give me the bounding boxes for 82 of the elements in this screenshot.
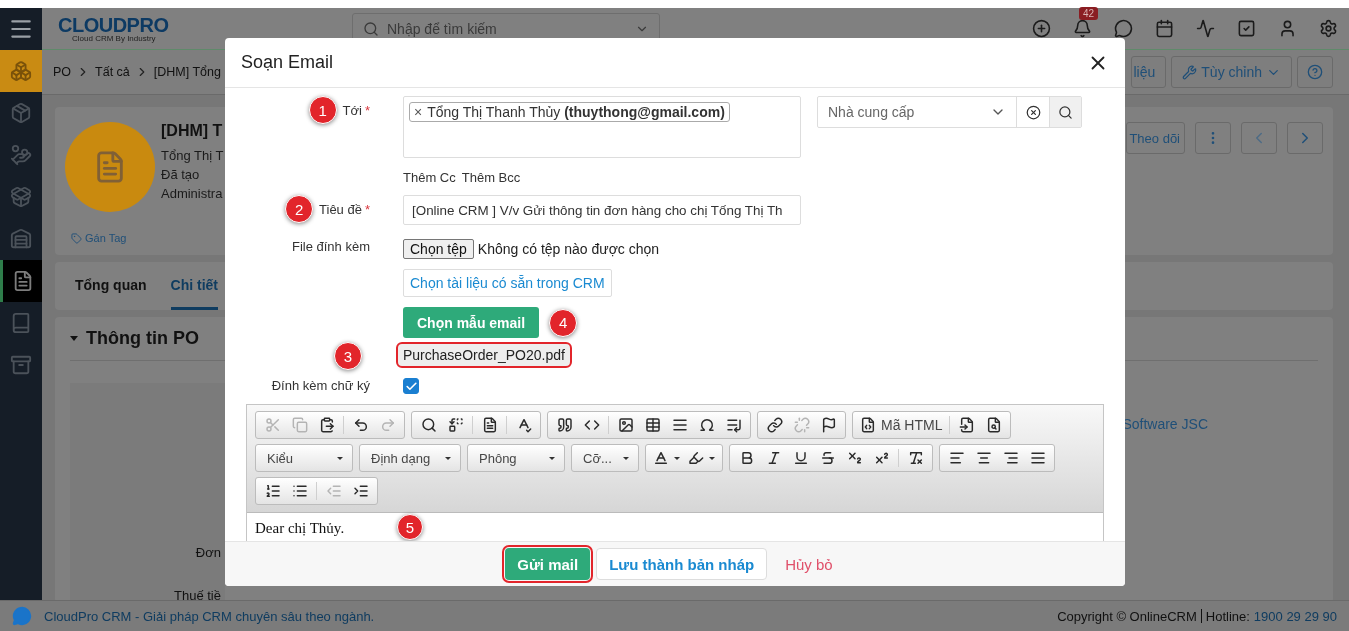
source-button[interactable]: Mã HTML	[856, 413, 947, 437]
archive-icon	[10, 354, 32, 376]
help-icon	[1307, 64, 1323, 80]
search-icon	[1058, 104, 1073, 120]
remove-button[interactable]: ×	[414, 104, 423, 120]
hotline-link[interactable]: 1900 29 29 90	[1253, 608, 1337, 624]
breadcrumb-link[interactable]: Tất cả	[95, 65, 130, 79]
step-marker: 5	[397, 514, 423, 540]
sidebar-item[interactable]	[0, 260, 42, 302]
logo: CLOUDPRO Cloud CRM By Industry	[58, 14, 170, 43]
send-button[interactable]: Gửi mail	[505, 548, 591, 580]
field-value: Software JSC	[1122, 416, 1208, 434]
record-detail: Tổng Thị T	[161, 147, 224, 165]
package-icon	[10, 102, 32, 124]
save-draft-button[interactable]: Lưu thành bản nháp	[596, 548, 768, 580]
caret-icon	[709, 456, 715, 460]
signature-checkbox[interactable]	[403, 378, 419, 394]
tab[interactable]: Chi tiết	[170, 262, 218, 310]
record-detail: Administra	[161, 185, 224, 203]
record-detail: Đã tạo	[161, 166, 201, 184]
chart-icon[interactable]	[1196, 19, 1215, 38]
cc-link[interactable]: Thêm Cc	[403, 170, 456, 185]
check-icon	[404, 379, 418, 393]
task-icon[interactable]	[1237, 19, 1256, 38]
notification-count: 42	[1079, 7, 1099, 20]
recipient-field[interactable]: × Tổng Thị Thanh Thủy (thuythong@gmail.com)	[403, 96, 801, 158]
caret-icon	[445, 456, 451, 460]
search-icon	[363, 20, 379, 37]
footer-text: CloudPro CRM - Giải pháp CRM chuyên sâu theo ngành.	[44, 608, 375, 624]
add-icon[interactable]	[1032, 19, 1051, 38]
book-icon	[10, 312, 32, 334]
caret-icon	[337, 456, 343, 460]
field-label: Thuế tiề	[174, 588, 221, 603]
style-dropdown[interactable]: Cỡ...	[575, 445, 635, 471]
email-body[interactable]: Dear chị Thủy.	[255, 520, 345, 537]
calendar-icon[interactable]	[1155, 19, 1174, 38]
hotline-label: Hotline:	[1205, 608, 1250, 624]
notification-icon[interactable]	[1073, 19, 1092, 38]
choose-file-button[interactable]: Chọn tệp	[403, 239, 474, 259]
breadcrumb-link[interactable]: [DHM] Tổng	[153, 65, 221, 79]
recipient-text: Tổng Thị Thanh Thủy (thuythong@gmail.com)	[427, 104, 725, 120]
tab[interactable]: Tổng quan	[75, 262, 147, 310]
crm-document-button[interactable]: Chọn tài liệu có sẵn trong CRM	[403, 269, 612, 297]
subject-field[interactable]: [Online CRM ] V/v Gửi thông tin đơn hàng cho chị Tống Thị Th	[403, 195, 801, 225]
step-marker: 3	[334, 342, 362, 370]
user-icon[interactable]	[1278, 19, 1297, 38]
caret-icon	[549, 456, 555, 460]
step-marker: 4	[549, 308, 578, 337]
open-box-icon	[10, 186, 32, 208]
copyright-text: Copyright © OnlineCRM	[1057, 608, 1197, 624]
template-button[interactable]: Chọn mẫu email	[403, 307, 540, 338]
step-marker: 2	[285, 195, 314, 223]
chat-icon[interactable]	[1114, 19, 1133, 38]
cc-link[interactable]: Thêm Bcc	[461, 170, 521, 185]
style-dropdown[interactable]: Kiểu	[259, 445, 349, 471]
cancel-link[interactable]: Hủy bỏ	[773, 548, 845, 580]
tag-icon	[71, 232, 82, 244]
menu-button[interactable]	[0, 7, 42, 50]
record-title: [DHM] T	[161, 122, 224, 140]
dialog-title: Soạn Email	[241, 52, 334, 73]
wrench-icon	[1182, 64, 1198, 80]
breadcrumb-link[interactable]: PO	[53, 65, 72, 79]
field-label: Tiêu đề *	[319, 201, 370, 217]
section-title: Thông tin PO	[86, 328, 199, 349]
style-dropdown[interactable]: Phông	[471, 445, 561, 471]
caret-icon	[674, 456, 680, 460]
boxes-icon	[10, 60, 32, 82]
file-status: Không có tệp nào được chọn	[477, 241, 660, 257]
search-button[interactable]	[1049, 97, 1081, 127]
field-label: File đính kèm	[291, 239, 370, 254]
caret-icon	[70, 336, 78, 341]
field-label: Đính kèm chữ ký	[271, 378, 370, 393]
warehouse-icon	[10, 228, 32, 250]
caret-icon	[623, 456, 629, 460]
step-marker: 1	[308, 96, 337, 124]
clear-icon	[1025, 104, 1041, 120]
style-dropdown[interactable]: Định dạng	[363, 445, 457, 471]
field-label: Đơn	[195, 545, 221, 560]
field-label: Tới *	[342, 102, 370, 118]
hand-icon	[10, 144, 32, 166]
settings-icon[interactable]	[1319, 19, 1338, 38]
attachment-file[interactable]: PurchaseOrder_PO20.pdf	[396, 342, 572, 368]
